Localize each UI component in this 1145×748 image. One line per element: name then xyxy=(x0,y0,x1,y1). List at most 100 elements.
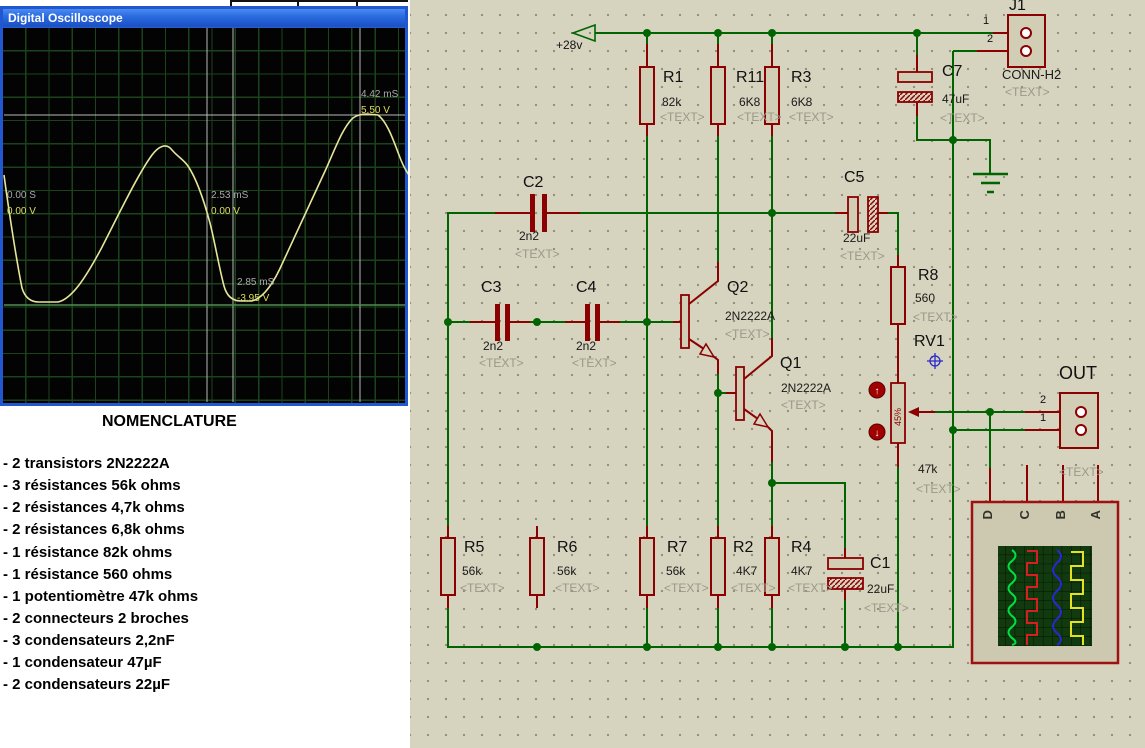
j1-pin2-pad xyxy=(1020,45,1032,57)
marker-time: 2.53 mS xyxy=(211,190,249,201)
transistor-q2[interactable] xyxy=(680,262,719,374)
capacitor-c7-body xyxy=(897,91,933,103)
out-pin1-label: 1 xyxy=(1040,412,1047,424)
out-text: <TEXT> xyxy=(1059,465,1104,479)
capacitor-c4-body xyxy=(595,304,600,341)
marker-time: 0.00 S xyxy=(7,190,36,201)
nomenclature-item: - 2 transistors 2N2222A xyxy=(3,455,170,472)
pot-decrease-arrow-icon[interactable]: ↓ xyxy=(875,428,880,439)
capacitor-c5-body xyxy=(847,196,859,233)
q1-text: <TEXT> xyxy=(781,398,826,412)
resistor-r5-body xyxy=(440,537,456,596)
r6-text: <TEXT> xyxy=(555,581,600,595)
r5-ref: R5 xyxy=(464,539,485,556)
channel-c-label: C xyxy=(1016,510,1032,520)
r7-ref: R7 xyxy=(667,539,688,556)
nomenclature-item: - 1 condensateur 47µF xyxy=(3,654,162,671)
r5-value: 56k xyxy=(462,564,482,578)
r1-ref: R1 xyxy=(663,69,684,86)
pot-increase-arrow-icon[interactable]: ↑ xyxy=(875,386,880,397)
electrolytic-capacitors[interactable] xyxy=(827,71,933,590)
resistor-r1-body xyxy=(639,66,655,125)
rv1-ref: RV1 xyxy=(914,333,945,350)
c5-text: <TEXT> xyxy=(840,249,885,263)
capacitor-c3-body xyxy=(495,304,500,341)
capacitor-c1-body xyxy=(827,557,864,570)
c7-value: 47uF xyxy=(942,92,970,106)
q2-text: <TEXT> xyxy=(725,327,770,341)
r6-ref: R6 xyxy=(557,539,578,556)
capacitor-c4-body xyxy=(585,304,590,341)
marker-volt: 0.00 V xyxy=(7,206,36,217)
r1-value: 82k xyxy=(662,95,682,109)
c3-value: 2n2 xyxy=(483,339,504,353)
c4-text: <TEXT> xyxy=(572,356,617,370)
r2-value: 4K7 xyxy=(736,564,758,578)
channel-d-label: D xyxy=(979,510,995,520)
c2-ref: C2 xyxy=(523,174,544,191)
out-ref: OUT xyxy=(1059,363,1097,383)
out-pin2-pad xyxy=(1075,406,1087,418)
capacitor-c5-body xyxy=(867,196,879,233)
q2-ref: Q2 xyxy=(727,279,749,296)
j1-pin2-label: 2 xyxy=(987,33,994,45)
r11-ref: R11 xyxy=(736,69,765,86)
r3-value: 6K8 xyxy=(791,95,813,109)
c1-text: <TEXT> xyxy=(864,601,909,615)
connector-j1[interactable] xyxy=(1007,14,1046,68)
oscilloscope-trace-canvas xyxy=(3,28,408,402)
r1-text: <TEXT> xyxy=(660,110,705,124)
nomenclature-item: - 2 condensateurs 22µF xyxy=(3,676,171,693)
r2-text: <TEXT> xyxy=(731,581,776,595)
potentiometer-rv1[interactable]: 45% ↑ ↓ xyxy=(868,353,943,444)
capacitor-c2-body xyxy=(530,194,535,232)
j1-text: <TEXT> xyxy=(1005,85,1050,99)
c4-ref: C4 xyxy=(576,279,597,296)
c3-ref: C3 xyxy=(481,279,502,296)
nomenclature-item: - 3 résistances 56k ohms xyxy=(3,477,181,494)
transistor-q1[interactable] xyxy=(726,338,773,462)
ground-symbol xyxy=(973,172,1008,194)
r11-text: <TEXT> xyxy=(737,110,782,124)
marker-volt: 0.00 V xyxy=(211,206,240,217)
capacitor-c1-body xyxy=(827,577,864,590)
r3-ref: R3 xyxy=(791,69,812,86)
out-pin2-label: 2 xyxy=(1040,394,1047,406)
r6-value: 56k xyxy=(557,564,577,578)
power-label: +28v xyxy=(556,38,583,52)
scope-cursor-lines xyxy=(4,28,405,402)
r7-value: 56k xyxy=(666,564,686,578)
r3-text: <TEXT> xyxy=(789,110,834,124)
r2-ref: R2 xyxy=(733,539,754,556)
c2-value: 2n2 xyxy=(519,229,540,243)
j1-pin1-pad xyxy=(1020,27,1032,39)
marker-time: 2.85 mS xyxy=(237,277,275,288)
pot-wiper-arrow-icon xyxy=(908,407,919,417)
channel-b-label: B xyxy=(1052,510,1068,520)
c7-text: <TEXT> xyxy=(940,111,985,125)
c4-value: 2n2 xyxy=(576,339,597,353)
q2-value: 2N2222A xyxy=(725,309,776,323)
c1-ref: C1 xyxy=(870,555,891,572)
r8-text: <TEXT> xyxy=(913,310,958,324)
nomenclature-item: - 3 condensateurs 2,2nF xyxy=(3,632,175,649)
nomenclature-title: NOMENCLATURE xyxy=(102,413,237,430)
nomenclature-item: - 1 potentiomètre 47k ohms xyxy=(3,588,199,605)
capacitor-plates[interactable] xyxy=(495,194,600,341)
pot-setting-label: 45% xyxy=(893,408,903,426)
r4-ref: R4 xyxy=(791,539,812,556)
emitter-arrow-icon xyxy=(752,412,770,429)
marker-volt: -3.95 V xyxy=(237,293,270,304)
resistor-r8-body xyxy=(890,266,906,325)
q1-value: 2N2222A xyxy=(781,381,832,395)
instrument-oscilloscope[interactable] xyxy=(970,500,1120,665)
j1-part: CONN-H2 xyxy=(1002,67,1062,82)
toolbar-edge-line xyxy=(230,0,408,2)
resistor-r11-body xyxy=(710,66,726,125)
r7-text: <TEXT> xyxy=(664,581,709,595)
connector-out[interactable] xyxy=(1059,392,1099,449)
nomenclature-item: - 2 résistances 6,8k ohms xyxy=(3,521,185,538)
nomenclature-item: - 2 résistances 4,7k ohms xyxy=(3,499,185,516)
window-title: Digital Oscilloscope xyxy=(8,11,123,25)
resistor-bodies[interactable] xyxy=(440,66,906,596)
